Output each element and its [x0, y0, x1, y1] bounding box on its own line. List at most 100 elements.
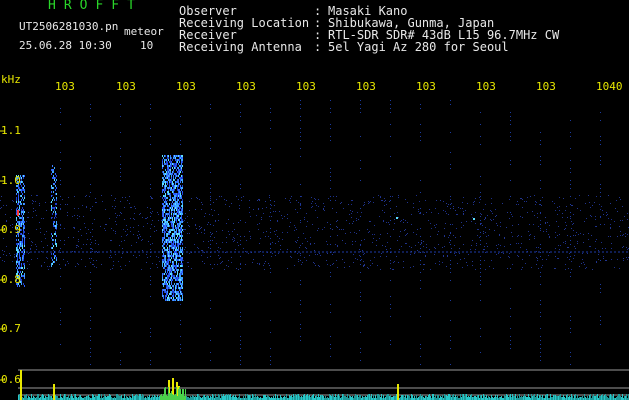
noise-dot — [130, 227, 131, 228]
noise-dot — [364, 253, 365, 254]
noise-dot — [249, 212, 250, 213]
noise-dot — [464, 258, 465, 259]
noise-dot — [318, 199, 319, 200]
grid-dot — [210, 248, 211, 249]
grid-dot — [420, 180, 421, 181]
meteor-echo-pixel — [178, 259, 179, 261]
meteor-echo-pixel — [182, 221, 183, 223]
meteor-echo-pixel — [169, 273, 170, 275]
noise-dot — [493, 268, 494, 269]
power-level-bar — [309, 395, 310, 400]
noise-dot — [134, 206, 135, 207]
power-level-bar — [349, 395, 350, 400]
noise-dot — [204, 252, 205, 253]
noise-dot — [483, 233, 484, 234]
noise-dot — [600, 217, 601, 218]
noise-dot — [559, 210, 560, 211]
noise-dot — [545, 217, 546, 218]
power-level-bar — [532, 396, 533, 400]
noise-dot — [405, 243, 406, 244]
noise-dot — [606, 215, 607, 216]
meteor-echo-pixel — [19, 243, 20, 245]
meteor-echo-pixel — [178, 223, 179, 225]
noise-dot — [30, 249, 31, 250]
noise-dot — [240, 263, 241, 264]
meteor-echo-pixel — [179, 209, 180, 211]
grid-dot — [150, 164, 151, 165]
meteor-echo-pixel — [166, 177, 167, 179]
meteor-echo-pixel — [165, 297, 166, 299]
grid-dot — [450, 132, 451, 133]
grid-dot — [540, 252, 541, 253]
noise-dot — [57, 224, 58, 225]
meteor-echo-pixel — [165, 173, 166, 175]
meteor-echo-pixel — [180, 293, 181, 295]
meteor-echo-pixel — [168, 255, 169, 257]
grid-dot — [420, 252, 421, 253]
meteor-echo-pixel — [174, 167, 175, 169]
meteor-echo-pixel — [22, 223, 23, 225]
grid-dot — [390, 236, 391, 237]
meteor-echo-pixel — [173, 187, 174, 189]
meteor-echo-pixel — [23, 211, 24, 213]
meteor-echo-pixel — [16, 193, 17, 195]
noise-dot — [625, 233, 626, 234]
meteor-echo-pixel — [164, 261, 165, 263]
noise-dot — [337, 245, 338, 246]
grid-dot — [390, 208, 391, 209]
meteor-echo-pixel — [163, 165, 164, 167]
noise-dot — [291, 257, 292, 258]
noise-dot — [480, 256, 481, 257]
meteor-echo-pixel — [165, 259, 166, 261]
meteor-echo-pixel — [179, 299, 180, 301]
meteor-echo-pixel — [167, 167, 168, 169]
power-level-bar — [604, 395, 605, 400]
meteor-echo-pixel — [167, 233, 168, 235]
power-level-bar — [536, 396, 537, 400]
meteor-echo-pixel — [173, 183, 174, 185]
noise-dot — [120, 201, 121, 202]
meteor-echo-pixel — [55, 177, 56, 179]
power-level-bar — [92, 394, 93, 400]
meteor-echo-pixel — [169, 267, 170, 269]
grid-dot — [450, 336, 451, 337]
grid-dot — [420, 236, 421, 237]
meteor-echo-pixel — [165, 221, 166, 223]
meteor-echo-pixel — [173, 179, 174, 181]
noise-dot — [94, 266, 95, 267]
noise-dot — [475, 249, 476, 250]
meteor-echo-pixel — [182, 229, 183, 231]
grid-dot — [360, 280, 361, 281]
meteor-echo-pixel — [177, 265, 178, 267]
meteor-echo-pixel — [167, 261, 168, 263]
grid-dot — [420, 348, 421, 349]
grid-dot — [210, 244, 211, 245]
meteor-echo-pixel — [21, 267, 22, 269]
meteor-echo-pixel — [16, 199, 17, 201]
noise-dot — [327, 264, 328, 265]
power-level-bar — [212, 394, 213, 400]
grid-dot — [90, 156, 91, 157]
meteor-echo-pixel — [164, 265, 165, 267]
noise-dot — [518, 243, 519, 244]
meteor-echo-pixel — [171, 253, 172, 255]
grid-dot — [540, 340, 541, 341]
meteor-echo-pixel — [180, 297, 181, 299]
grid-dot — [120, 212, 121, 213]
noise-dot — [596, 196, 597, 197]
noise-dot — [121, 257, 122, 258]
meteor-echo-pixel — [171, 175, 172, 177]
noise-dot — [586, 267, 587, 268]
noise-dot — [78, 231, 79, 232]
noise-dot — [219, 258, 220, 259]
meteor-echo-pixel — [166, 171, 167, 173]
meteor-echo-pixel — [56, 203, 57, 205]
meteor-echo-pixel — [17, 191, 18, 193]
meteor-echo-pixel — [172, 217, 173, 219]
meteor-echo-pixel — [171, 179, 172, 181]
noise-dot — [85, 196, 86, 197]
power-level-bar — [329, 394, 330, 400]
meteor-echo-pixel — [162, 223, 163, 225]
meteor-echo-pixel — [18, 201, 19, 203]
grid-dot — [270, 220, 271, 221]
